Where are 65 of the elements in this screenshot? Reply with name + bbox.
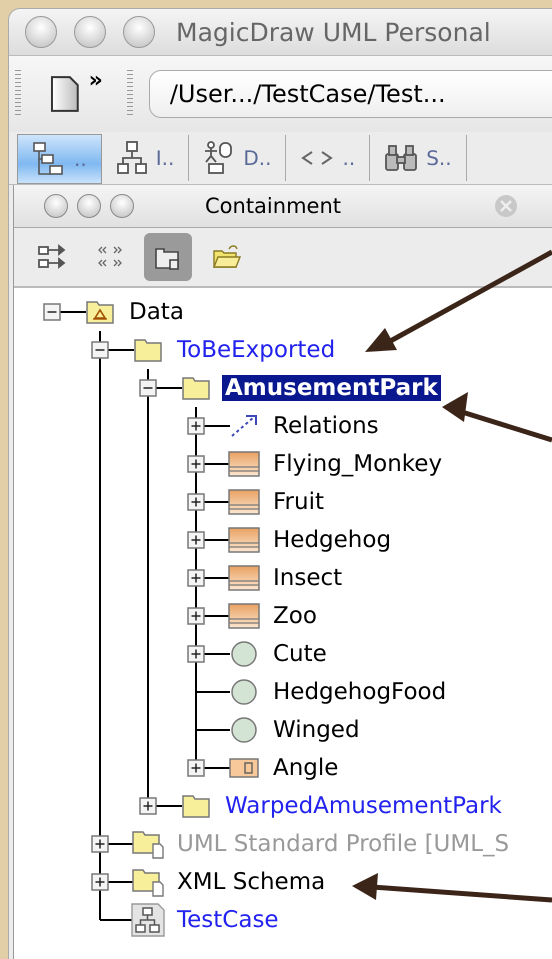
minimize-button[interactable] <box>77 194 101 218</box>
class-icon <box>228 603 260 629</box>
relation-arrow-icon <box>229 413 259 439</box>
folder-icon <box>181 793 211 819</box>
window-title: MagicDraw UML Personal <box>176 18 491 46</box>
close-button[interactable] <box>44 194 68 218</box>
expand-icon[interactable] <box>187 569 205 587</box>
expand-icon[interactable] <box>187 417 205 435</box>
panel-title: Containment <box>205 194 341 218</box>
collapse-icon[interactable] <box>43 303 61 321</box>
expand-icon[interactable] <box>187 645 205 663</box>
expand-icon[interactable] <box>139 797 157 815</box>
expand-icon[interactable] <box>187 759 205 777</box>
zoom-button[interactable] <box>123 16 155 48</box>
tree-item[interactable]: Fruit <box>270 489 327 515</box>
tree-item[interactable]: AmusementPark <box>222 375 441 401</box>
diagram-icon <box>131 903 165 937</box>
collapse-icon[interactable] <box>91 341 109 359</box>
expand-icon[interactable] <box>187 531 205 549</box>
tree-item[interactable]: TestCase <box>174 907 282 933</box>
profile-folder-icon <box>131 829 165 859</box>
model-folder-icon <box>85 299 115 325</box>
collapse-icon[interactable] <box>139 379 157 397</box>
datatype-icon <box>229 758 259 778</box>
toolbar-overflow-button[interactable]: » <box>88 68 103 93</box>
tree-item[interactable]: Hedgehog <box>270 527 394 553</box>
toolbar-button[interactable] <box>144 233 192 281</box>
folder-icon <box>181 375 211 401</box>
minimize-button[interactable] <box>74 16 106 48</box>
project-path-field[interactable]: /User.../TestCase/Test... <box>148 70 552 118</box>
expand-icon[interactable] <box>187 607 205 625</box>
tree-item[interactable]: Insect <box>270 565 346 591</box>
tree-item[interactable]: Data <box>126 299 187 325</box>
tree-item[interactable]: HedgehogFood <box>270 679 450 705</box>
tree-item[interactable]: Zoo <box>270 603 320 629</box>
expand-icon[interactable] <box>187 455 205 473</box>
zoom-button[interactable] <box>110 194 134 218</box>
interface-circle-icon <box>230 678 258 706</box>
tree-item[interactable]: Relations <box>270 413 382 439</box>
browser-tab[interactable]: S.. <box>370 135 467 181</box>
interface-circle-icon <box>230 640 258 668</box>
tree-item[interactable]: Angle <box>270 755 342 781</box>
class-icon <box>228 451 260 477</box>
tree-item[interactable]: ToBeExported <box>174 337 338 363</box>
expand-icon[interactable] <box>91 835 109 853</box>
expand-icon[interactable] <box>187 493 205 511</box>
hierarchy-icon <box>116 140 148 176</box>
tree-item[interactable]: Winged <box>270 717 363 743</box>
interface-circle-icon <box>230 716 258 744</box>
tree-item[interactable]: XML Schema <box>174 869 328 895</box>
class-icon <box>228 489 260 515</box>
class-icon <box>228 527 260 553</box>
profile-folder-icon <box>131 867 165 897</box>
tree-item[interactable]: Flying_Monkey <box>270 451 446 477</box>
folder-icon <box>133 337 163 363</box>
tree-item[interactable]: Cute <box>270 641 330 667</box>
browser-tab[interactable]: I.. <box>102 135 190 181</box>
tree-icon <box>32 141 66 177</box>
close-button[interactable] <box>25 16 57 48</box>
new-document-icon[interactable] <box>48 74 81 114</box>
tree-item[interactable]: WarpedAmusementPark <box>222 793 505 819</box>
class-icon <box>228 565 260 591</box>
browser-tab[interactable]: D.. <box>189 135 286 181</box>
browser-tab[interactable]: .. <box>286 135 370 181</box>
expand-icon[interactable] <box>91 873 109 891</box>
